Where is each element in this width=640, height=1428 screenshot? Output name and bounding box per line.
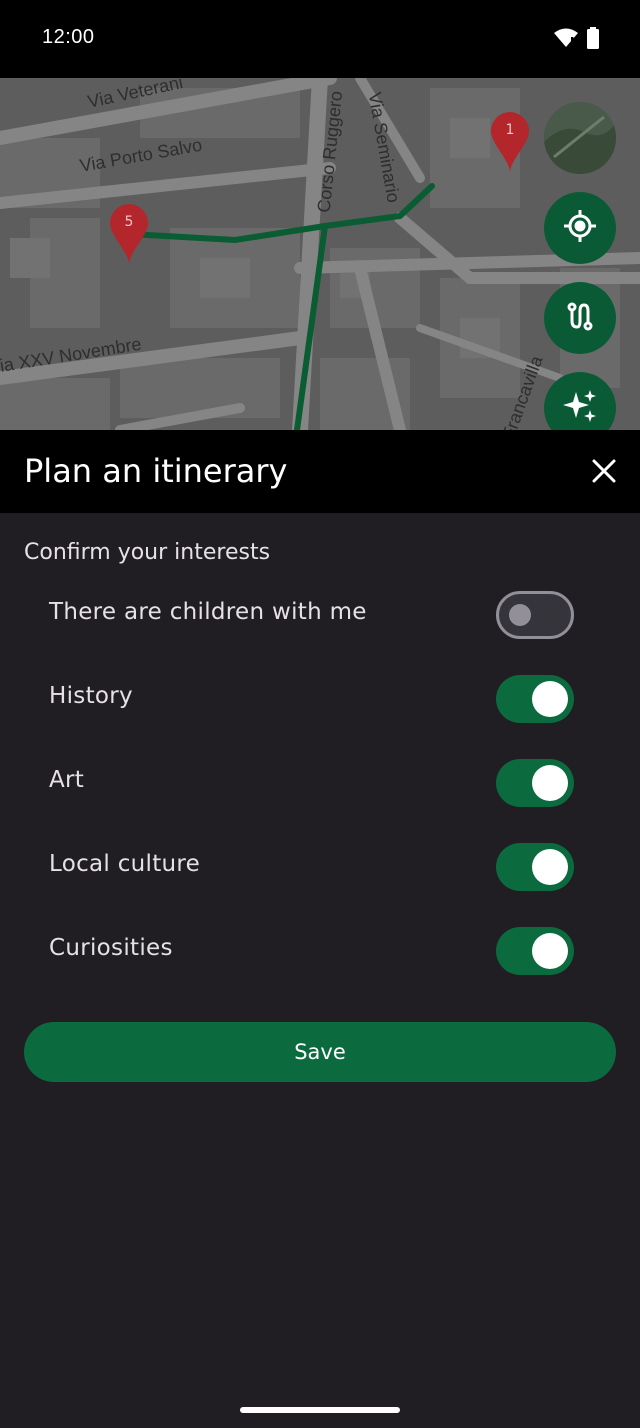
close-button[interactable] — [588, 455, 620, 487]
toggle-thumb — [532, 933, 568, 969]
marker-label: 5 — [124, 214, 134, 230]
toggle-thumb — [509, 604, 531, 626]
my-location-button[interactable] — [544, 192, 616, 264]
section-title: Confirm your interests — [24, 540, 271, 565]
route-button[interactable] — [544, 282, 616, 354]
interest-label: Curiosities — [49, 935, 173, 961]
gesture-nav-handle[interactable] — [240, 1407, 400, 1413]
map-view[interactable]: Via Veterani Via Porto Salvo Corso Rugge… — [0, 78, 640, 430]
toggle-thumb — [532, 765, 568, 801]
interest-row-curiosities: Curiosities — [0, 921, 640, 981]
battery-icon — [586, 27, 600, 53]
interest-label: There are children with me — [49, 599, 367, 625]
status-icons — [554, 27, 600, 53]
toggle-thumb — [532, 681, 568, 717]
status-time: 12:00 — [42, 26, 95, 48]
save-button[interactable]: Save — [24, 1022, 616, 1082]
children-toggle[interactable] — [496, 591, 574, 639]
sheet-title: Plan an itinerary — [24, 452, 288, 490]
interest-label: History — [49, 683, 133, 709]
interest-row-children: There are children with me — [0, 585, 640, 645]
art-toggle[interactable] — [496, 759, 574, 807]
map-marker[interactable]: 1 — [489, 110, 531, 174]
interest-row-history: History — [0, 669, 640, 729]
curiosities-toggle[interactable] — [496, 927, 574, 975]
interest-label: Art — [49, 767, 85, 793]
sparkle-icon — [562, 388, 598, 428]
interest-row-local-culture: Local culture — [0, 837, 640, 897]
map-marker[interactable]: 5 — [108, 202, 150, 266]
local-culture-toggle[interactable] — [496, 843, 574, 891]
toggle-thumb — [532, 849, 568, 885]
my-location-icon — [563, 209, 597, 247]
status-bar: 12:00 — [0, 0, 640, 78]
interest-row-art: Art — [0, 753, 640, 813]
marker-label: 1 — [505, 122, 515, 138]
route-icon — [563, 299, 597, 337]
history-toggle[interactable] — [496, 675, 574, 723]
close-icon — [588, 459, 620, 491]
interest-label: Local culture — [49, 851, 201, 877]
map-thumbnail-button[interactable] — [544, 102, 616, 174]
wifi-icon — [554, 28, 578, 52]
